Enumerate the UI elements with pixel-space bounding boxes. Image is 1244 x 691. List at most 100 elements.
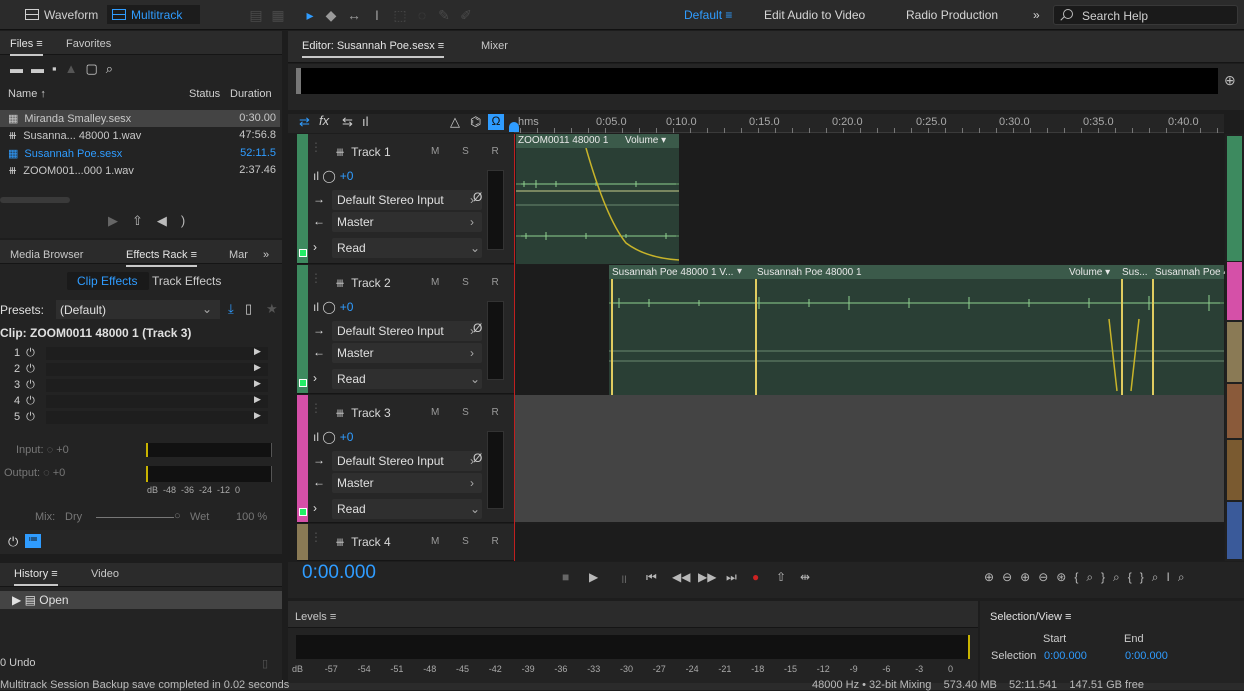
favorite-star-icon[interactable]: ★ bbox=[266, 301, 278, 317]
slot-power-icon[interactable]: ⏻ bbox=[26, 347, 35, 359]
slip-tool-icon[interactable]: ↔ bbox=[344, 5, 364, 25]
selection-end-value[interactable]: 0:00.000 bbox=[1125, 650, 1168, 662]
slot-field[interactable] bbox=[46, 395, 268, 408]
brush-tool-icon[interactable]: ✎ bbox=[434, 5, 454, 25]
track-grip-icon[interactable]: ⋮ bbox=[310, 401, 322, 415]
marquee-tool-icon[interactable]: ⬚ bbox=[390, 5, 410, 25]
slot-field[interactable] bbox=[46, 347, 268, 360]
track-mode-select[interactable]: › Read ⌄ bbox=[313, 238, 493, 258]
razor-tool-icon[interactable]: ◆ bbox=[321, 5, 341, 25]
file-row[interactable]: ▦ Susannah Poe.sesx 52:11.5 bbox=[0, 145, 280, 162]
track-select-square[interactable] bbox=[299, 249, 307, 257]
headphone-icon[interactable]: Ω bbox=[488, 114, 504, 130]
spectral-frequency-icon[interactable]: ▤ bbox=[246, 5, 266, 25]
slot-arrow-icon[interactable]: ▶ bbox=[254, 346, 261, 357]
effect-slot[interactable]: 5 ⏻ ▶ bbox=[0, 409, 280, 425]
time-selection-tool-icon[interactable]: I bbox=[367, 5, 387, 25]
track-name[interactable]: ⧻ Track 2 bbox=[335, 276, 391, 290]
track-header[interactable]: ⋮ ⧻Track 3 M S R I ıl ◯+0 →Default Stereo In… bbox=[297, 395, 514, 523]
fast-forward-icon[interactable]: ▶▶ bbox=[698, 570, 716, 584]
more-workspaces-icon[interactable]: » bbox=[1033, 8, 1040, 22]
list-icon[interactable]: ≔ bbox=[25, 534, 41, 548]
track-volume[interactable]: ıl ◯+0 bbox=[313, 430, 353, 444]
effect-slot[interactable]: 2 ⏻ ▶ bbox=[0, 361, 280, 377]
zoom-out-points-icon[interactable]: {}⌕ bbox=[1128, 570, 1167, 584]
track4-lane[interactable] bbox=[514, 524, 1224, 561]
mixer-tab[interactable]: Mixer bbox=[481, 40, 508, 52]
move-to-start-icon[interactable]: ⏮ bbox=[646, 570, 657, 585]
markers-tab[interactable]: Mar bbox=[229, 249, 248, 261]
clip-susannah-poe-volume[interactable]: Volume ▾ bbox=[1069, 267, 1110, 278]
insert-icon[interactable]: ▲ bbox=[65, 61, 86, 76]
phase-invert-icon[interactable]: Ø bbox=[473, 190, 482, 204]
current-time[interactable]: 0:00.000 bbox=[302, 562, 376, 584]
open-folder-icon[interactable]: ▬ bbox=[10, 61, 31, 76]
session-overview[interactable] bbox=[296, 68, 1218, 94]
track-name[interactable]: ⧻ Track 3 bbox=[335, 406, 391, 420]
slot-arrow-icon[interactable]: ▶ bbox=[254, 394, 261, 405]
search-help-input[interactable]: Search Help bbox=[1053, 5, 1238, 25]
status-column-header[interactable]: Status bbox=[189, 88, 220, 100]
move-to-end-icon[interactable]: ⏭ bbox=[726, 570, 737, 585]
track-mode-select[interactable]: › Read ⌄ bbox=[313, 369, 493, 389]
mix-slider-handle-icon[interactable]: ○ bbox=[174, 510, 181, 522]
slot-power-icon[interactable]: ⏻ bbox=[26, 395, 35, 407]
track-output-select[interactable]: ← Master › bbox=[313, 473, 493, 493]
effect-slot[interactable]: 3 ⏻ ▶ bbox=[0, 377, 280, 393]
file-row[interactable]: ⧻ ZOOM001...000 1.wav 2:37.46 bbox=[0, 162, 280, 179]
stop-icon[interactable]: ■ bbox=[562, 570, 569, 584]
eq-icon[interactable]: ıl bbox=[362, 114, 369, 129]
effects-rack-tab[interactable]: Effects Rack ≡ bbox=[126, 249, 198, 267]
track-output-select[interactable]: ← Master › bbox=[313, 343, 493, 363]
mute-solo-record-buttons[interactable]: M S R I bbox=[431, 146, 514, 157]
slot-field[interactable] bbox=[46, 411, 268, 424]
slot-field[interactable] bbox=[46, 379, 268, 392]
inputs-outputs-icon[interactable]: ⇄ bbox=[299, 114, 310, 130]
workspace-default[interactable]: Default ≡ bbox=[684, 8, 732, 22]
zoom-full-icon[interactable]: I⌕ bbox=[1167, 570, 1193, 584]
export-icon[interactable]: ⇧ bbox=[776, 570, 786, 584]
export-icon[interactable]: ⇧ bbox=[132, 213, 157, 228]
zoom-in-points-icon[interactable]: }⌕ bbox=[1101, 570, 1128, 584]
slot-arrow-icon[interactable]: ▶ bbox=[254, 362, 261, 373]
selection-start-value[interactable]: 0:00.000 bbox=[1044, 650, 1087, 662]
clip-menu-icon[interactable]: ▾ bbox=[737, 266, 742, 277]
track-effects-tab[interactable]: Track Effects bbox=[152, 274, 221, 288]
slot-power-icon[interactable]: ⏻ bbox=[26, 411, 35, 423]
sends-icon[interactable]: ⇆ bbox=[342, 114, 353, 130]
track-header[interactable]: ⋮ ⧻Track 4 M S R I ıl ◯+0 bbox=[297, 524, 514, 561]
track-header[interactable]: ⋮ ⧻Track 1 M S R I ıl ◯+0 →Default Stereo In… bbox=[297, 134, 514, 264]
track-grip-icon[interactable]: ⋮ bbox=[310, 530, 322, 544]
volume-knob-icon[interactable]: ıl ◯ bbox=[313, 169, 336, 183]
volume-knob-icon[interactable]: ıl ◯ bbox=[313, 430, 336, 444]
metronome-icon[interactable]: △ bbox=[450, 114, 460, 130]
search-files-icon[interactable]: ⌕ bbox=[106, 61, 121, 76]
spectral-pitch-icon[interactable]: ▦ bbox=[268, 5, 288, 25]
slot-arrow-icon[interactable]: ▶ bbox=[254, 378, 261, 389]
effect-slot[interactable]: 1 ⏻ ▶ bbox=[0, 345, 280, 361]
mute-solo-record-buttons[interactable]: M S R I bbox=[431, 536, 514, 547]
favorites-tab[interactable]: Favorites bbox=[66, 38, 111, 50]
files-scrollbar[interactable] bbox=[0, 197, 70, 203]
track3-lane[interactable] bbox=[514, 395, 1224, 522]
mute-solo-record-buttons[interactable]: M S R I bbox=[431, 407, 514, 418]
track-volume[interactable]: ıl ◯+0 bbox=[313, 559, 353, 560]
trash-icon[interactable]: ▯ bbox=[262, 657, 268, 670]
track-volume[interactable]: ıl ◯+0 bbox=[313, 169, 353, 183]
selection-view-tab[interactable]: Selection/View ≡ bbox=[990, 611, 1071, 623]
slot-power-icon[interactable]: ⏻ bbox=[26, 363, 35, 375]
track-header[interactable]: ⋮ ⧻Track 2 M S R I ıl ◯+0 →Default Stereo In… bbox=[297, 265, 514, 394]
power-icon[interactable]: ⏻ bbox=[8, 534, 18, 550]
track-select-square[interactable] bbox=[299, 508, 307, 516]
clip-effects-tab[interactable]: Clip Effects bbox=[67, 272, 149, 290]
file-row[interactable]: ▦ Miranda Smalley.sesx 0:30.00 bbox=[0, 110, 280, 127]
play-preview-icon[interactable]: ▶ bbox=[108, 213, 132, 228]
zoom-in-time-icon[interactable]: ⊕ bbox=[1020, 570, 1038, 584]
history-tab[interactable]: History ≡ bbox=[14, 568, 58, 586]
mix-slider[interactable] bbox=[96, 517, 174, 518]
lasso-tool-icon[interactable]: ◌ bbox=[412, 5, 432, 25]
slot-field[interactable] bbox=[46, 363, 268, 376]
record-icon[interactable]: ● bbox=[752, 570, 759, 584]
workspace-menu-icon[interactable]: ≡ bbox=[725, 8, 732, 22]
history-item-open[interactable]: ▶ ▤ Open bbox=[0, 591, 282, 609]
